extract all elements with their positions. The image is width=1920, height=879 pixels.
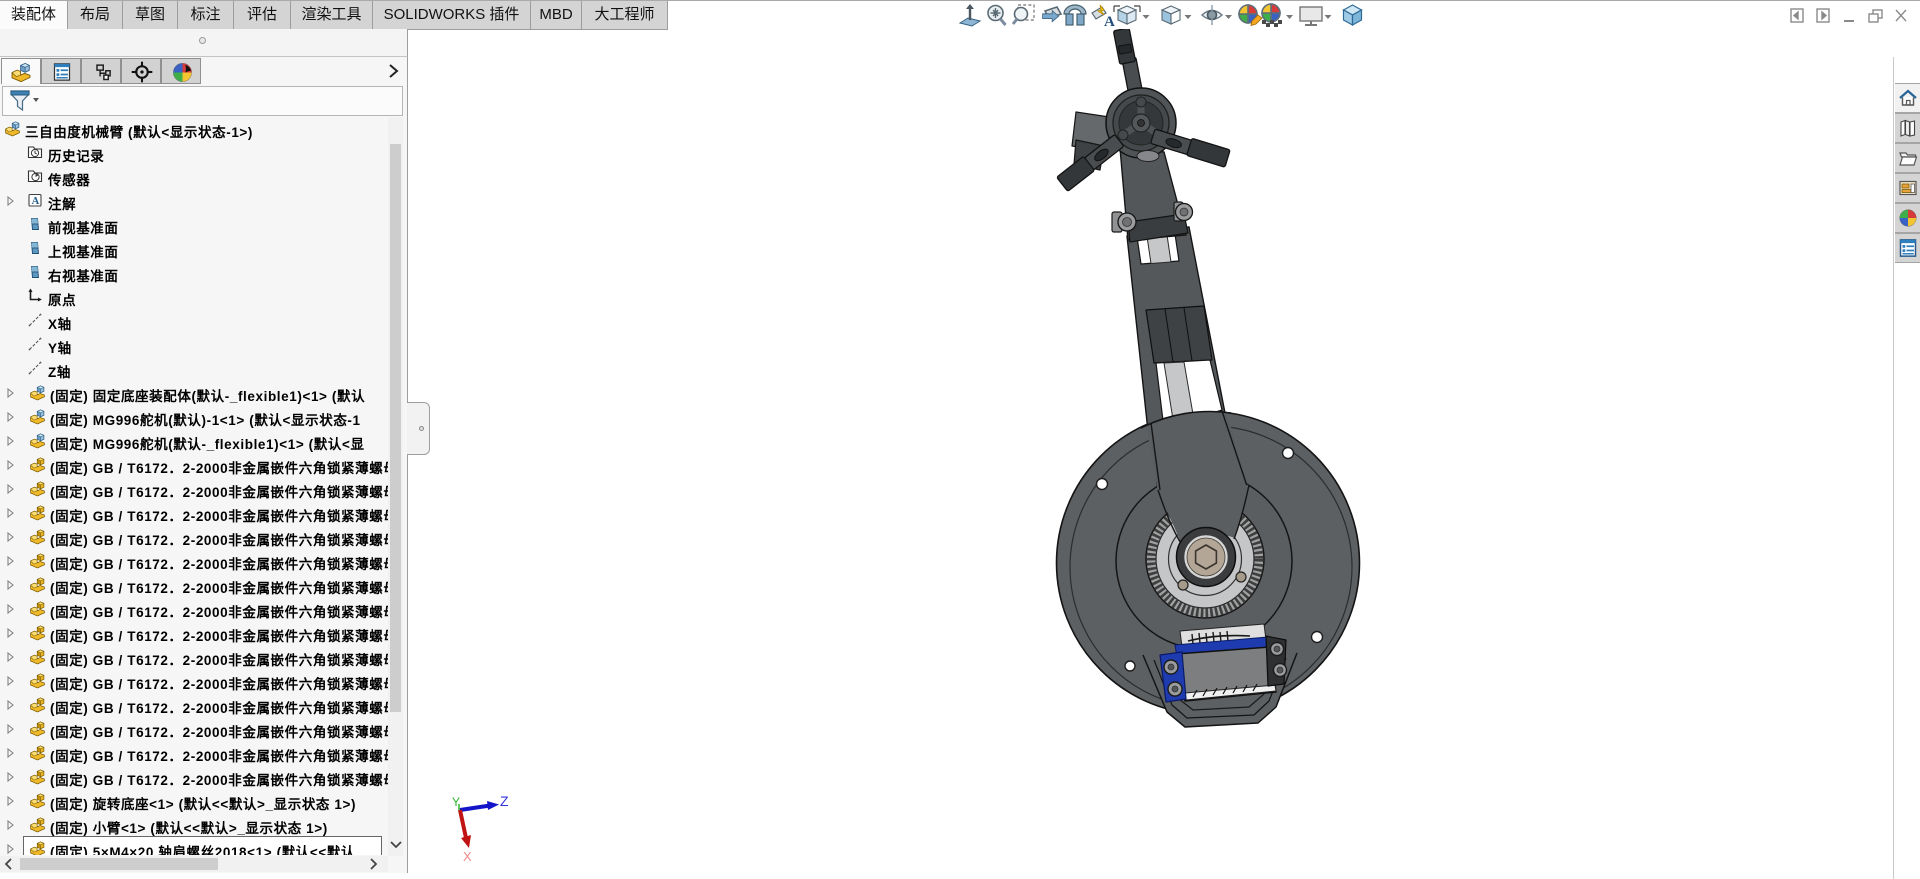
svg-text:X: X bbox=[463, 849, 472, 864]
svg-text:Z: Z bbox=[500, 793, 509, 809]
svg-text:A: A bbox=[1104, 14, 1115, 30]
